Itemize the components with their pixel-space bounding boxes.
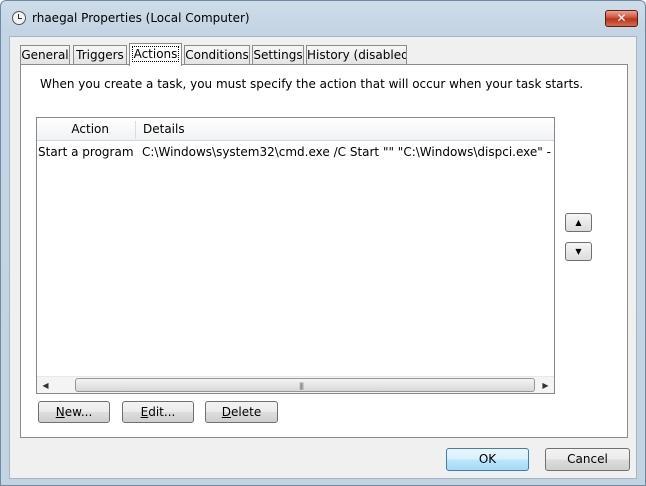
column-header-action[interactable]: Action bbox=[37, 118, 136, 141]
cancel-button[interactable]: Cancel bbox=[545, 448, 630, 471]
details-cell: C:\Windows\system32\cmd.exe /C Start "" … bbox=[142, 145, 552, 159]
tab-label: Conditions bbox=[185, 48, 249, 62]
arrow-up-icon: ▲ bbox=[575, 218, 582, 227]
move-down-button[interactable]: ▼ bbox=[565, 242, 592, 261]
title-bar[interactable]: rhaegal Properties (Local Computer) ✕ bbox=[1, 1, 645, 35]
properties-window: rhaegal Properties (Local Computer) ✕ Ge… bbox=[0, 0, 646, 486]
tab-triggers[interactable]: Triggers bbox=[73, 45, 127, 65]
horizontal-scrollbar[interactable]: ◀ ||| ▶ bbox=[37, 376, 554, 393]
clock-icon bbox=[12, 11, 26, 25]
edit-action-button[interactable]: Edit... bbox=[122, 401, 194, 423]
close-button[interactable]: ✕ bbox=[605, 10, 638, 27]
tab-label: Actions bbox=[131, 46, 180, 62]
ok-button[interactable]: OK bbox=[446, 448, 529, 471]
button-label: elete bbox=[231, 405, 262, 419]
button-label: ew... bbox=[64, 405, 93, 419]
move-up-button[interactable]: ▲ bbox=[565, 213, 592, 232]
tab-label: Triggers bbox=[76, 48, 124, 62]
scrollbar-thumb[interactable]: ||| bbox=[75, 378, 535, 392]
mnemonic: D bbox=[221, 405, 232, 419]
scroll-left-icon[interactable]: ◀ bbox=[37, 377, 54, 393]
tab-conditions[interactable]: Conditions bbox=[184, 45, 250, 65]
actions-description: When you create a task, you must specify… bbox=[40, 77, 584, 91]
tab-settings[interactable]: Settings bbox=[252, 45, 304, 65]
column-separator[interactable] bbox=[135, 121, 136, 139]
actions-tab-panel: When you create a task, you must specify… bbox=[20, 64, 628, 438]
list-header: Action Details bbox=[37, 118, 554, 141]
tab-label: General bbox=[21, 48, 69, 62]
scroll-right-icon[interactable]: ▶ bbox=[537, 377, 554, 393]
action-cell: Start a program bbox=[37, 142, 135, 163]
tab-general[interactable]: General bbox=[20, 45, 70, 65]
window-title: rhaegal Properties (Local Computer) bbox=[32, 11, 250, 25]
tab-actions[interactable]: Actions bbox=[129, 43, 182, 66]
new-action-button[interactable]: New... bbox=[38, 401, 110, 423]
tab-label: Settings bbox=[253, 48, 303, 62]
table-row[interactable]: Start a program C:\Windows\system32\cmd.… bbox=[37, 142, 554, 164]
action-cell-text: Start a program bbox=[38, 145, 134, 159]
delete-action-button[interactable]: Delete bbox=[205, 401, 278, 423]
mnemonic: N bbox=[55, 405, 65, 419]
arrow-down-icon: ▼ bbox=[575, 247, 582, 256]
actions-list[interactable]: Action Details Start a program C:\Window… bbox=[36, 117, 555, 394]
tab-history[interactable]: History (disabled) bbox=[306, 45, 407, 65]
tab-label: History (disabled) bbox=[307, 48, 407, 62]
grip-icon: ||| bbox=[299, 382, 304, 390]
button-label: dit... bbox=[148, 405, 176, 419]
dialog-client-area: General Triggers Actions Conditions Sett… bbox=[9, 36, 637, 479]
column-header-details[interactable]: Details bbox=[138, 118, 554, 141]
